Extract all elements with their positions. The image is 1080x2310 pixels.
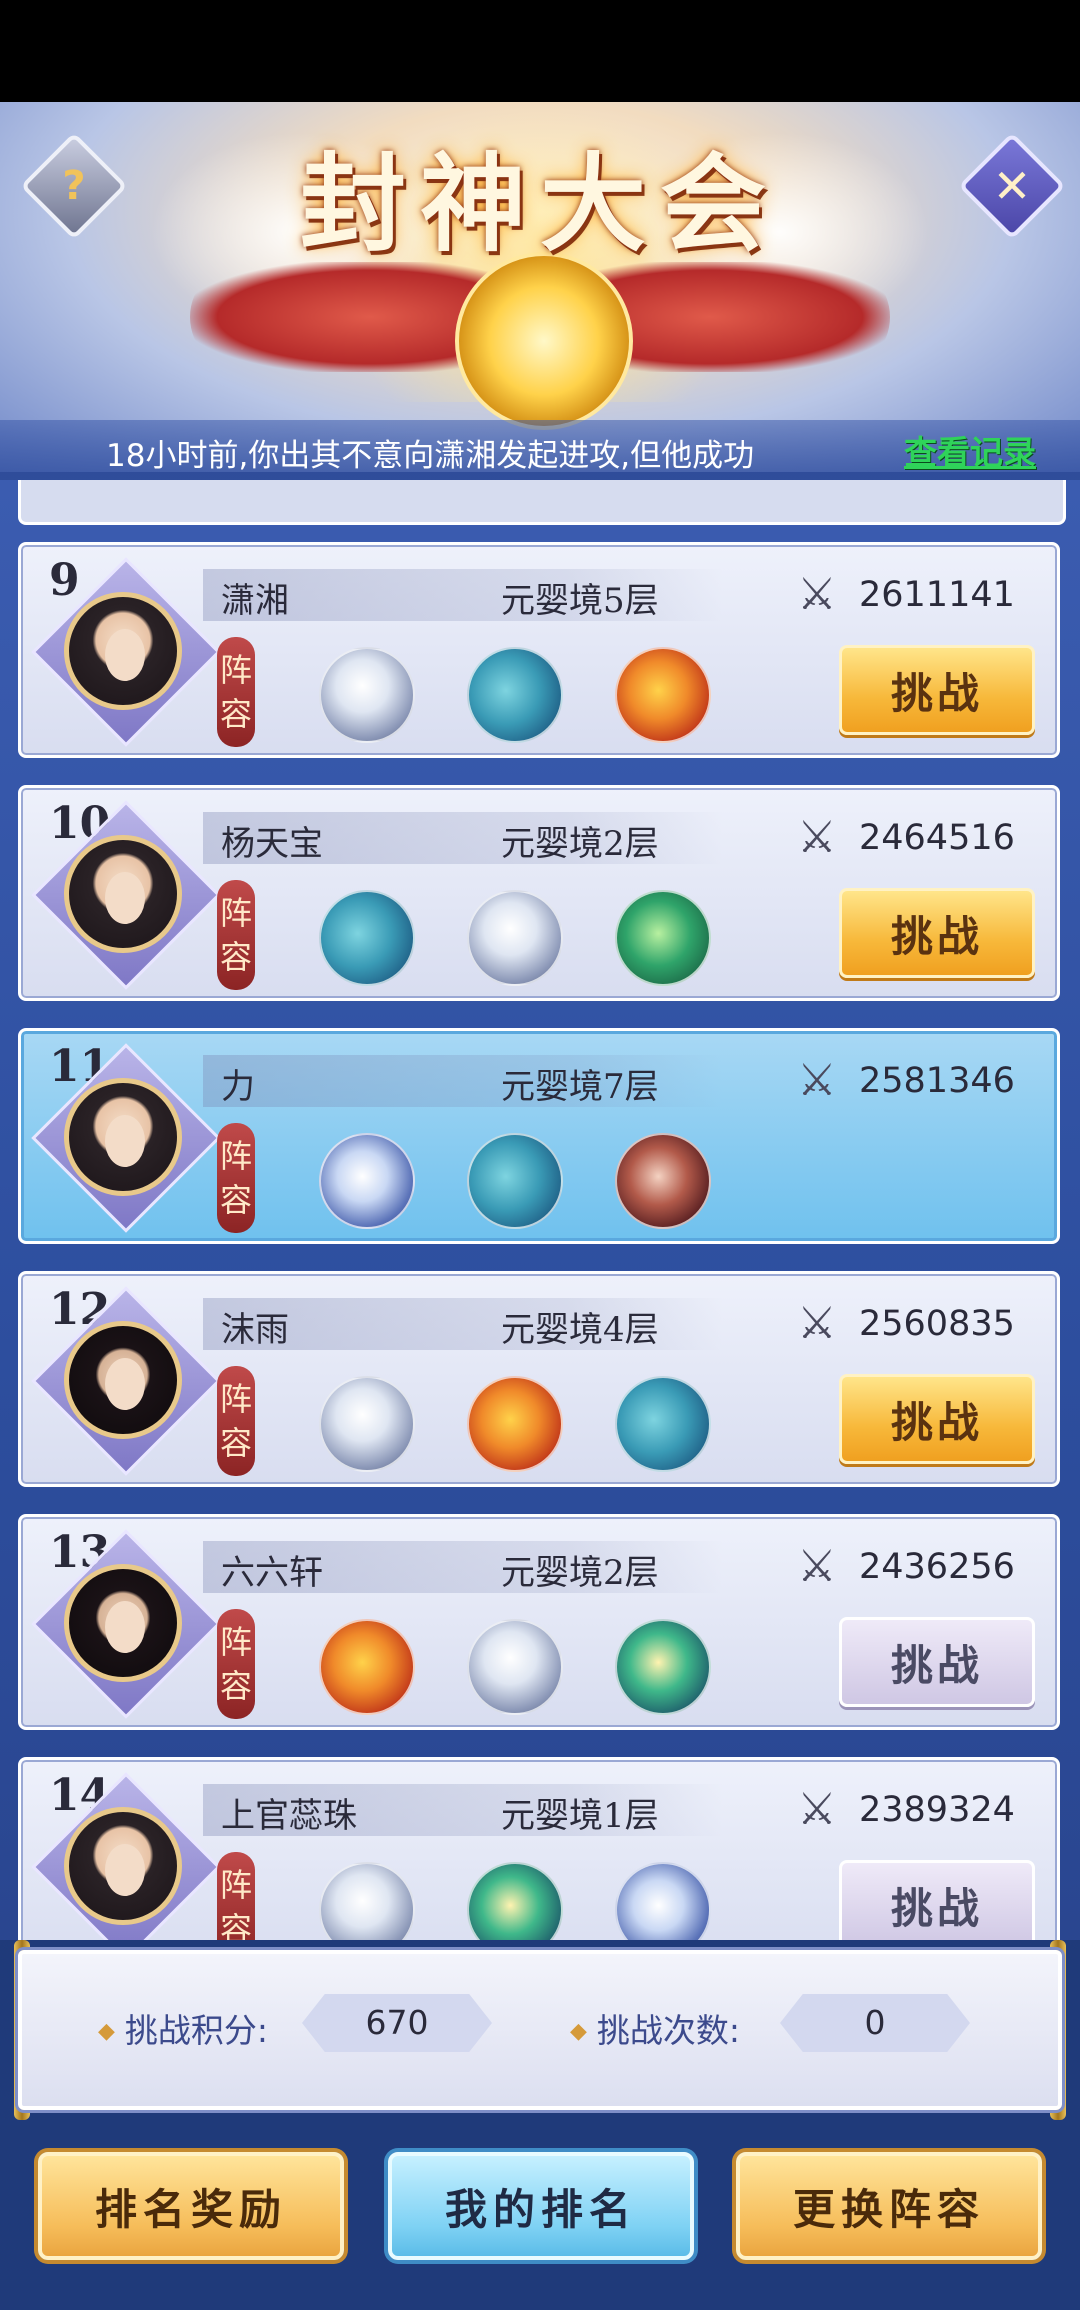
change-lineup-button[interactable]: 更换阵容 (736, 2152, 1042, 2260)
player-avatar[interactable] (64, 1564, 182, 1682)
tiger-pet-icon[interactable] (319, 647, 415, 743)
challenge-times-value: 0 (780, 1994, 970, 2052)
avatar-face (105, 1358, 145, 1410)
green-pet-icon[interactable] (615, 890, 711, 986)
player-realm: 元婴境5层 (501, 581, 659, 621)
battle-news-text: 18小时前,你出其不意向潇湘发起进攻,但他成功 (106, 438, 755, 474)
player-name: 沫雨 (221, 1310, 289, 1350)
lineup-tag: 阵容 (217, 1123, 255, 1233)
crossed-swords-icon: ⚔ (797, 1541, 837, 1592)
battle-news-bar: 18小时前,你出其不意向潇湘发起进攻,但他成功 查看记录 (0, 420, 1080, 480)
avatar-face (105, 1601, 145, 1653)
ranking-list-item[interactable]: 12 沫雨 元婴境4层 ⚔ 2560835 阵容挑战 (18, 1271, 1060, 1487)
crossed-swords-icon: ⚔ (797, 812, 837, 863)
jade-pet-icon[interactable] (615, 1619, 711, 1715)
combat-power: 2581346 (859, 1061, 1015, 1101)
ranking-list-item[interactable]: 9 潇湘 元婴境5层 ⚔ 2611141 阵容 挑战 (18, 542, 1060, 758)
status-bar (0, 0, 1080, 102)
player-name: 杨天宝 (221, 824, 323, 864)
player-realm: 元婴境7层 (501, 1067, 659, 1107)
crossed-swords-icon: ⚔ (797, 1784, 837, 1835)
challenge-button[interactable]: 挑战 (839, 1617, 1035, 1707)
lineup-tag: 阵容 (217, 637, 255, 747)
challenge-score-value: 670 (302, 1994, 492, 2052)
tiger-pet-icon[interactable] (319, 1862, 415, 1940)
serpent-pet-icon[interactable] (319, 1133, 415, 1229)
combat-power: 2611141 (859, 575, 1015, 615)
skull-pet-icon[interactable] (615, 1133, 711, 1229)
view-records-link[interactable]: 查看记录 (904, 426, 1036, 474)
challenge-button[interactable]: 挑战 (839, 645, 1035, 735)
player-realm: 元婴境1层 (501, 1796, 659, 1836)
ranking-list-item[interactable]: 14 上官蕊珠 元婴境1层 ⚔ 2389324 阵容挑战 (18, 1757, 1060, 1940)
question-icon: ? (62, 163, 86, 209)
player-name: 六六轩 (221, 1553, 323, 1593)
combat-power: 2389324 (859, 1790, 1015, 1830)
whale-pet-icon[interactable] (615, 1376, 711, 1472)
player-realm: 元婴境4层 (501, 1310, 659, 1350)
my-rank-button[interactable]: 我的排名 (388, 2152, 694, 2260)
player-avatar[interactable] (64, 835, 182, 953)
player-avatar[interactable] (64, 1078, 182, 1196)
challenge-button[interactable]: 挑战 (839, 1860, 1035, 1940)
combat-power: 2436256 (859, 1547, 1015, 1587)
challenge-times-label: 挑战次数: (570, 2004, 740, 2052)
ranking-list-item[interactable]: 13 六六轩 元婴境2层 ⚔ 2436256 阵容挑战 (18, 1514, 1060, 1730)
lineup-tag: 阵容 (217, 1609, 255, 1719)
avatar-face (105, 872, 145, 924)
avatar-face (105, 1844, 145, 1896)
whale-pet-icon[interactable] (467, 1133, 563, 1229)
page-title: 封神大会 (300, 141, 780, 266)
crossed-swords-icon: ⚔ (797, 569, 837, 620)
player-avatar[interactable] (64, 1807, 182, 1925)
ranking-list-item[interactable]: 11 力元婴境7层 ⚔ 2581346 阵容 (18, 1028, 1060, 1244)
player-name: 上官蕊珠 (221, 1796, 357, 1836)
fire-pet-icon[interactable] (467, 1376, 563, 1472)
whale-pet-icon[interactable] (467, 647, 563, 743)
crossed-swords-icon: ⚔ (797, 1055, 837, 1106)
combat-power: 2464516 (859, 818, 1015, 858)
avatar-face (105, 629, 145, 681)
player-realm: 元婴境2层 (501, 1553, 659, 1593)
challenge-score-label: 挑战积分: (98, 2004, 268, 2052)
player-name: 潇湘 (221, 581, 289, 621)
combat-power: 2560835 (859, 1304, 1015, 1344)
serpent-pet-icon[interactable] (615, 1862, 711, 1940)
close-icon: ✕ (992, 159, 1032, 213)
jade-pet-icon[interactable] (467, 1862, 563, 1940)
whale-pet-icon[interactable] (319, 890, 415, 986)
ranking-list-item[interactable]: 10 杨天宝 元婴境2层 ⚔ 2464516 阵容挑战 (18, 785, 1060, 1001)
rank-reward-button[interactable]: 排名奖励 (38, 2152, 344, 2260)
rank-number: 9 (49, 555, 80, 606)
tiger-pet-icon[interactable] (467, 1619, 563, 1715)
lineup-tag: 阵容 (217, 1366, 255, 1476)
player-avatar[interactable] (64, 1321, 182, 1439)
player-name: 力 (221, 1067, 255, 1107)
challenge-button[interactable]: 挑战 (839, 1374, 1035, 1464)
challenge-button[interactable]: 挑战 (839, 888, 1035, 978)
list-item-partial (18, 480, 1066, 525)
challenge-stats-panel: 挑战积分: 670 挑战次数: 0 (18, 1950, 1062, 2110)
fire-pet-icon[interactable] (615, 647, 711, 743)
lineup-tag: 阵容 (217, 1852, 255, 1940)
player-avatar[interactable] (64, 592, 182, 710)
banner-medal-icon (455, 252, 633, 430)
avatar-face (105, 1115, 145, 1167)
player-realm: 元婴境2层 (501, 824, 659, 864)
tiger-pet-icon[interactable] (467, 890, 563, 986)
lineup-tag: 阵容 (217, 880, 255, 990)
ranking-list[interactable]: 9 潇湘 元婴境5层 ⚔ 2611141 阵容挑战 10 杨天宝 元婴境2层 ⚔ 2464516 阵容… (0, 480, 1080, 1940)
tiger-pet-icon[interactable] (319, 1376, 415, 1472)
crossed-swords-icon: ⚔ (797, 1298, 837, 1349)
fire-pet-icon[interactable] (319, 1619, 415, 1715)
